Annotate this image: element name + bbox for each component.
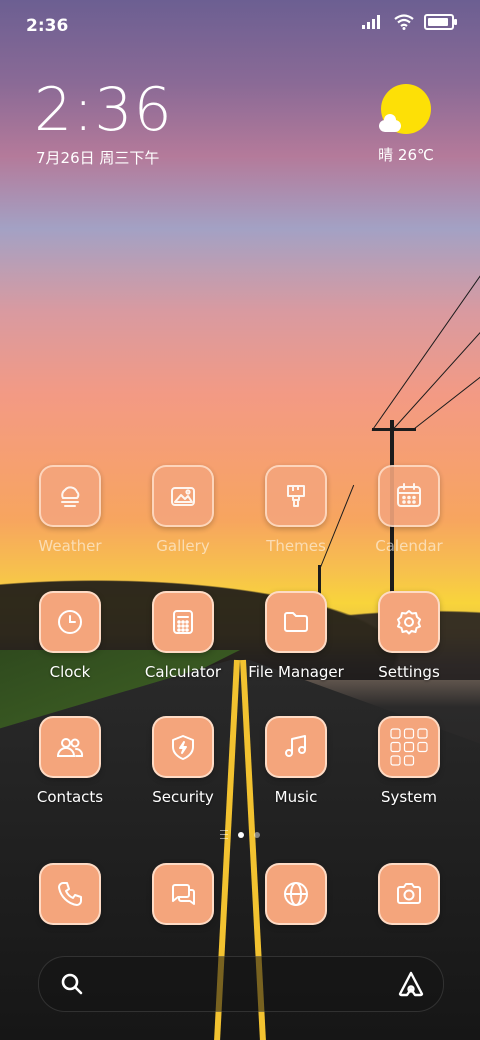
app-label: Calendar bbox=[375, 537, 443, 555]
gallery-icon bbox=[171, 487, 195, 506]
dock-phone[interactable] bbox=[10, 863, 130, 925]
weather-app-tile[interactable] bbox=[39, 465, 101, 527]
folder-icon bbox=[284, 612, 308, 632]
app-folder-icon bbox=[390, 728, 428, 766]
camera-app-tile[interactable] bbox=[378, 863, 440, 925]
app-label: File Manager bbox=[248, 663, 344, 681]
search-bar[interactable] bbox=[38, 956, 444, 1012]
signal-icon bbox=[362, 15, 380, 29]
file-manager-app-tile[interactable] bbox=[265, 591, 327, 653]
assistant-icon[interactable] bbox=[397, 970, 425, 998]
app-music[interactable]: Music bbox=[236, 716, 356, 806]
app-drawer-lines-icon bbox=[220, 830, 228, 839]
dock-camera[interactable] bbox=[349, 863, 469, 925]
shield-icon bbox=[172, 735, 194, 760]
app-weather[interactable]: Weather bbox=[10, 465, 130, 555]
calculator-app-tile[interactable] bbox=[152, 591, 214, 653]
app-label: Gallery bbox=[156, 537, 210, 555]
app-label: Settings bbox=[378, 663, 440, 681]
security-app-tile[interactable] bbox=[152, 716, 214, 778]
app-label: Weather bbox=[38, 537, 102, 555]
clock-app-tile[interactable] bbox=[39, 591, 101, 653]
search-icon bbox=[61, 973, 83, 995]
contacts-icon bbox=[56, 738, 84, 757]
music-app-tile[interactable] bbox=[265, 716, 327, 778]
app-file-manager[interactable]: File Manager bbox=[236, 591, 356, 681]
calendar-app-tile[interactable] bbox=[378, 465, 440, 527]
app-label: System bbox=[381, 788, 437, 806]
contacts-app-tile[interactable] bbox=[39, 716, 101, 778]
status-bar: 2:36 bbox=[0, 0, 480, 50]
page-dot-active[interactable] bbox=[238, 831, 244, 838]
battery-level bbox=[428, 18, 448, 26]
calculator-icon bbox=[173, 610, 193, 634]
app-label: Music bbox=[274, 788, 318, 806]
clock-widget-time[interactable]: 2:36 bbox=[34, 75, 173, 145]
dock-browser[interactable] bbox=[236, 863, 356, 925]
clock-icon bbox=[58, 610, 82, 634]
app-label: Clock bbox=[49, 663, 91, 681]
page-indicator[interactable] bbox=[0, 830, 480, 839]
page-dot[interactable] bbox=[254, 831, 260, 838]
themes-icon bbox=[287, 485, 305, 507]
status-icons bbox=[362, 14, 457, 30]
music-note-icon bbox=[285, 735, 306, 757]
app-calculator[interactable]: Calculator bbox=[123, 591, 243, 681]
app-system-folder[interactable]: System bbox=[349, 716, 469, 806]
messages-app-tile[interactable] bbox=[152, 863, 214, 925]
clock-widget-date: 7月26日 周三下午 bbox=[36, 149, 160, 167]
weather-widget[interactable]: 晴 26℃ bbox=[368, 84, 444, 165]
gear-icon bbox=[397, 610, 421, 635]
calendar-icon bbox=[397, 483, 421, 507]
app-themes[interactable]: Themes bbox=[236, 465, 356, 555]
app-settings[interactable]: Settings bbox=[349, 591, 469, 681]
browser-icon bbox=[284, 882, 308, 906]
dock-messages[interactable] bbox=[123, 863, 243, 925]
phone-app-tile[interactable] bbox=[39, 863, 101, 925]
app-label: Calculator bbox=[144, 663, 222, 681]
weather-widget-text: 晴 26℃ bbox=[378, 146, 434, 164]
sun-icon bbox=[379, 84, 431, 134]
app-gallery[interactable]: Gallery bbox=[123, 465, 243, 555]
app-contacts[interactable]: Contacts bbox=[10, 716, 130, 806]
app-calendar[interactable]: Calendar bbox=[349, 465, 469, 555]
app-label: Contacts bbox=[36, 788, 104, 806]
weather-icon bbox=[61, 486, 80, 507]
app-label: Security bbox=[152, 788, 214, 806]
cloud-icon bbox=[379, 114, 401, 132]
settings-app-tile[interactable] bbox=[378, 591, 440, 653]
wifi-icon bbox=[394, 14, 414, 30]
battery-icon bbox=[424, 14, 457, 30]
power-wire bbox=[411, 356, 480, 431]
gallery-app-tile[interactable] bbox=[152, 465, 214, 527]
app-label: Themes bbox=[266, 537, 326, 555]
phone-icon bbox=[58, 882, 82, 906]
app-security[interactable]: Security bbox=[123, 716, 243, 806]
messages-icon bbox=[172, 884, 195, 905]
camera-icon bbox=[397, 883, 421, 904]
status-time: 2:36 bbox=[26, 16, 69, 36]
system-folder-tile[interactable] bbox=[378, 716, 440, 778]
app-clock[interactable]: Clock bbox=[10, 591, 130, 681]
themes-app-tile[interactable] bbox=[265, 465, 327, 527]
browser-app-tile[interactable] bbox=[265, 863, 327, 925]
